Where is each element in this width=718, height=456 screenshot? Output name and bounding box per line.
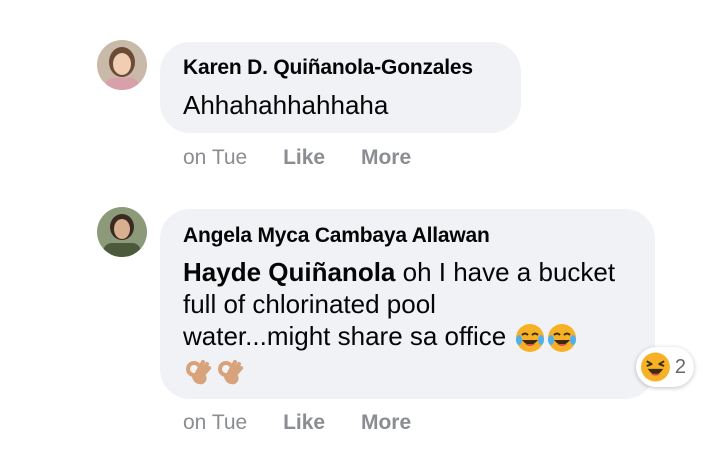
ok-hand-emoji-icon	[218, 360, 243, 385]
mention-link[interactable]: Hayde Quiñanola	[183, 257, 395, 287]
tears-of-joy-emoji-icon	[516, 324, 545, 353]
comment-timestamp[interactable]: on Tue	[183, 411, 247, 435]
avatar-image	[97, 207, 147, 257]
comment-timestamp[interactable]: on Tue	[183, 146, 247, 170]
comment-text-line	[183, 355, 643, 388]
avatar-image	[97, 40, 147, 90]
reaction-count: 2	[674, 355, 686, 378]
comment-text-fragment: oh I have a bucket	[395, 257, 616, 287]
like-button[interactable]: Like	[283, 146, 325, 170]
comment-text-line: water...might share sa office	[183, 320, 643, 353]
avatar-karen[interactable]	[97, 40, 147, 90]
comment-author[interactable]: Angela Myca Cambaya Allawan	[183, 224, 490, 248]
avatar-angela[interactable]	[97, 207, 147, 257]
comment-actions: on Tue Like More	[183, 411, 411, 435]
comment-text-fragment: water...might share sa office	[183, 321, 507, 351]
tears-of-joy-emoji-icon	[548, 324, 577, 353]
comment-text-line: full of chlorinated pool	[183, 289, 436, 319]
ok-hand-emoji-icon	[186, 360, 211, 385]
comment-text: Ahhahahhahhaha	[183, 90, 389, 120]
comment-actions: on Tue Like More	[183, 146, 411, 170]
comment-text-line: Hayde Quiñanola oh I have a bucket	[183, 256, 643, 288]
comment-author[interactable]: Karen D. Quiñanola-Gonzales	[183, 56, 473, 80]
like-button[interactable]: Like	[283, 411, 325, 435]
laughing-face-icon	[640, 352, 670, 382]
more-button[interactable]: More	[361, 411, 411, 435]
reaction-summary[interactable]: 2	[636, 347, 694, 387]
more-button[interactable]: More	[361, 146, 411, 170]
comment-text: Hayde Quiñanola oh I have a bucket full …	[183, 256, 643, 388]
